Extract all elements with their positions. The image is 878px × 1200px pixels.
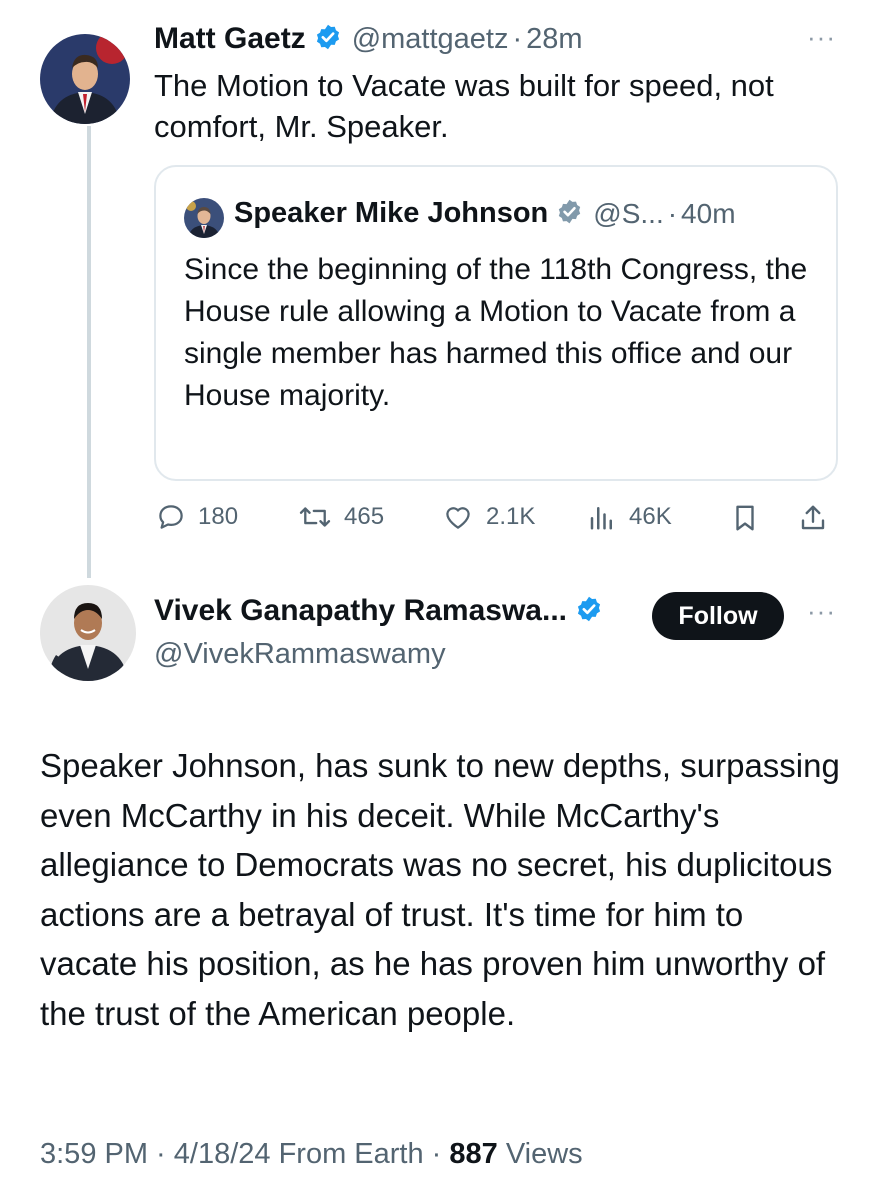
thread-connector <box>87 126 91 578</box>
follow-button[interactable]: Follow <box>652 592 784 640</box>
reply-icon <box>159 505 183 529</box>
reply-button[interactable]: 180 <box>156 502 238 532</box>
quote-text: Since the beginning of the 118th Congres… <box>184 253 808 412</box>
quoted-tweet[interactable]: Speaker Mike Johnson @S... · 40m Since t… <box>154 165 838 481</box>
views-number: 887 <box>449 1138 498 1170</box>
tweet-text: Speaker Johnson, has sunk to new depths,… <box>40 747 840 1032</box>
views-button[interactable]: 46K <box>587 502 672 532</box>
separator: · <box>512 22 523 55</box>
separator: · <box>667 197 678 229</box>
repost-button[interactable]: 465 <box>298 502 384 532</box>
author-handle[interactable]: @VivekRammaswamy <box>154 638 446 671</box>
bookmark-button[interactable] <box>730 502 772 534</box>
repost-icon <box>299 507 331 527</box>
quote-avatar <box>184 198 224 238</box>
repost-count: 465 <box>344 503 385 530</box>
timestamp-source[interactable]: 3:59 PM · 4/18/24 From Earth · <box>40 1138 449 1170</box>
like-icon <box>446 507 470 529</box>
tweet-header: Matt Gaetz @mattgaetz · 28m <box>154 22 583 56</box>
like-button[interactable]: 2.1K <box>442 502 535 532</box>
avatar[interactable] <box>40 34 130 124</box>
views-label: Views <box>497 1138 583 1170</box>
quote-timestamp: 40m <box>681 197 736 229</box>
author-handle[interactable]: @mattgaetz <box>352 23 509 56</box>
action-bar: 180 465 2.1K 46K <box>154 496 838 540</box>
verified-badge-icon <box>314 23 342 56</box>
timestamp[interactable]: 28m <box>526 23 582 56</box>
author-name[interactable]: Vivek Ganapathy Ramaswa... <box>154 594 567 628</box>
share-icon <box>801 505 825 530</box>
reply-header: Vivek Ganapathy Ramaswa... <box>154 594 603 628</box>
views-count: 46K <box>629 503 672 530</box>
bookmark-icon <box>736 505 754 531</box>
gray-verified-badge-icon <box>556 198 583 230</box>
tweet-text: The Motion to Vacate was built for speed… <box>154 68 774 144</box>
author-name[interactable]: Matt Gaetz <box>154 22 306 56</box>
more-icon[interactable]: ··· <box>807 596 836 627</box>
more-icon[interactable]: ··· <box>807 22 836 53</box>
avatar[interactable] <box>40 585 136 681</box>
quote-author-handle: @S... <box>593 197 664 229</box>
quote-header: Speaker Mike Johnson @S... · 40m <box>234 197 736 230</box>
verified-badge-icon <box>575 595 603 628</box>
like-count: 2.1K <box>486 503 536 530</box>
quote-author-name: Speaker Mike Johnson <box>234 197 549 229</box>
reply-count: 180 <box>198 503 239 530</box>
views-icon <box>590 507 612 530</box>
tweet-meta: 3:59 PM · 4/18/24 From Earth · 887 Views <box>40 1138 583 1171</box>
share-button[interactable] <box>798 502 840 534</box>
